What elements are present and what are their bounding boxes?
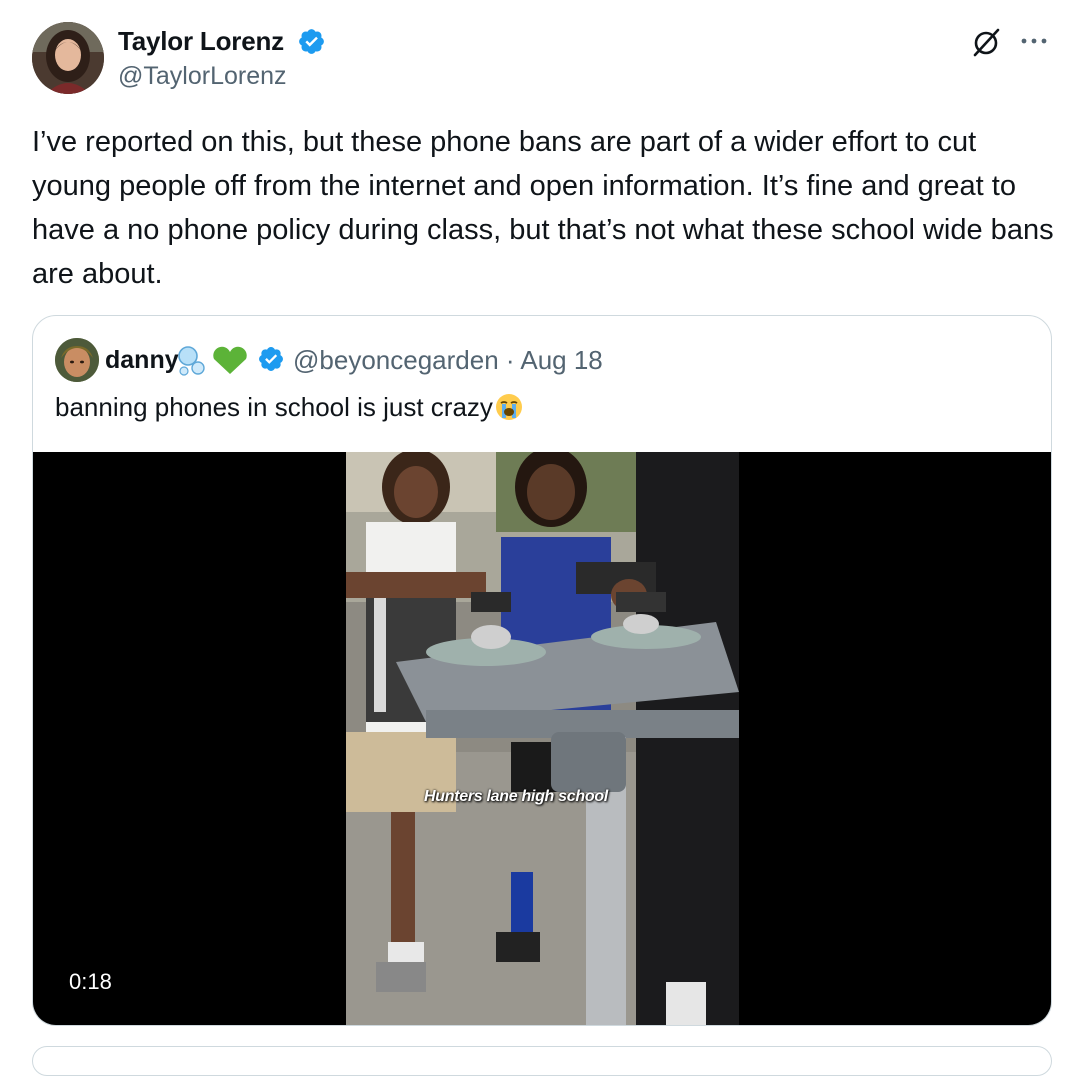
verified-badge-icon[interactable] — [297, 27, 326, 56]
quoted-text-body: banning phones in school is just crazy — [55, 392, 493, 422]
tweet: Taylor Lorenz @TaylorLorenz I’ve reporte… — [0, 0, 1074, 1076]
video-caption: Hunters lane high school — [424, 788, 608, 805]
tweet-text: I’ve reported on this, but these phone b… — [32, 126, 1054, 290]
author-handle[interactable]: @TaylorLorenz — [118, 62, 287, 91]
more-icon[interactable] — [1016, 26, 1052, 56]
video-duration: 0:18 — [57, 960, 124, 1004]
author-name[interactable]: Taylor Lorenz — [118, 26, 284, 57]
verified-badge-icon[interactable] — [257, 345, 285, 373]
quoted-avatar[interactable] — [55, 338, 99, 382]
video-player[interactable]: Hunters lane high school 0:18 — [33, 452, 1051, 1025]
grok-icon[interactable] — [968, 24, 1004, 60]
loudly-crying-face-emoji — [495, 394, 522, 420]
quoted-author-name[interactable]: danny — [105, 346, 179, 375]
quoted-tweet[interactable]: danny @beyoncegarden · Aug 18 banning ph… — [32, 315, 1052, 1026]
quoted-date[interactable]: Aug 18 — [520, 345, 602, 375]
quoted-meta: @beyoncegarden · Aug 18 — [293, 345, 603, 376]
video-thumbnail[interactable]: Hunters lane high school — [346, 452, 739, 1025]
meta-separator: · — [505, 345, 515, 375]
quoted-author-handle[interactable]: @beyoncegarden — [293, 345, 499, 375]
quoted-text: banning phones in school is just crazy — [55, 392, 524, 423]
next-card-edge — [32, 1046, 1052, 1076]
author-avatar[interactable] — [32, 22, 104, 94]
bubbles-green-heart-emoji — [178, 346, 247, 376]
